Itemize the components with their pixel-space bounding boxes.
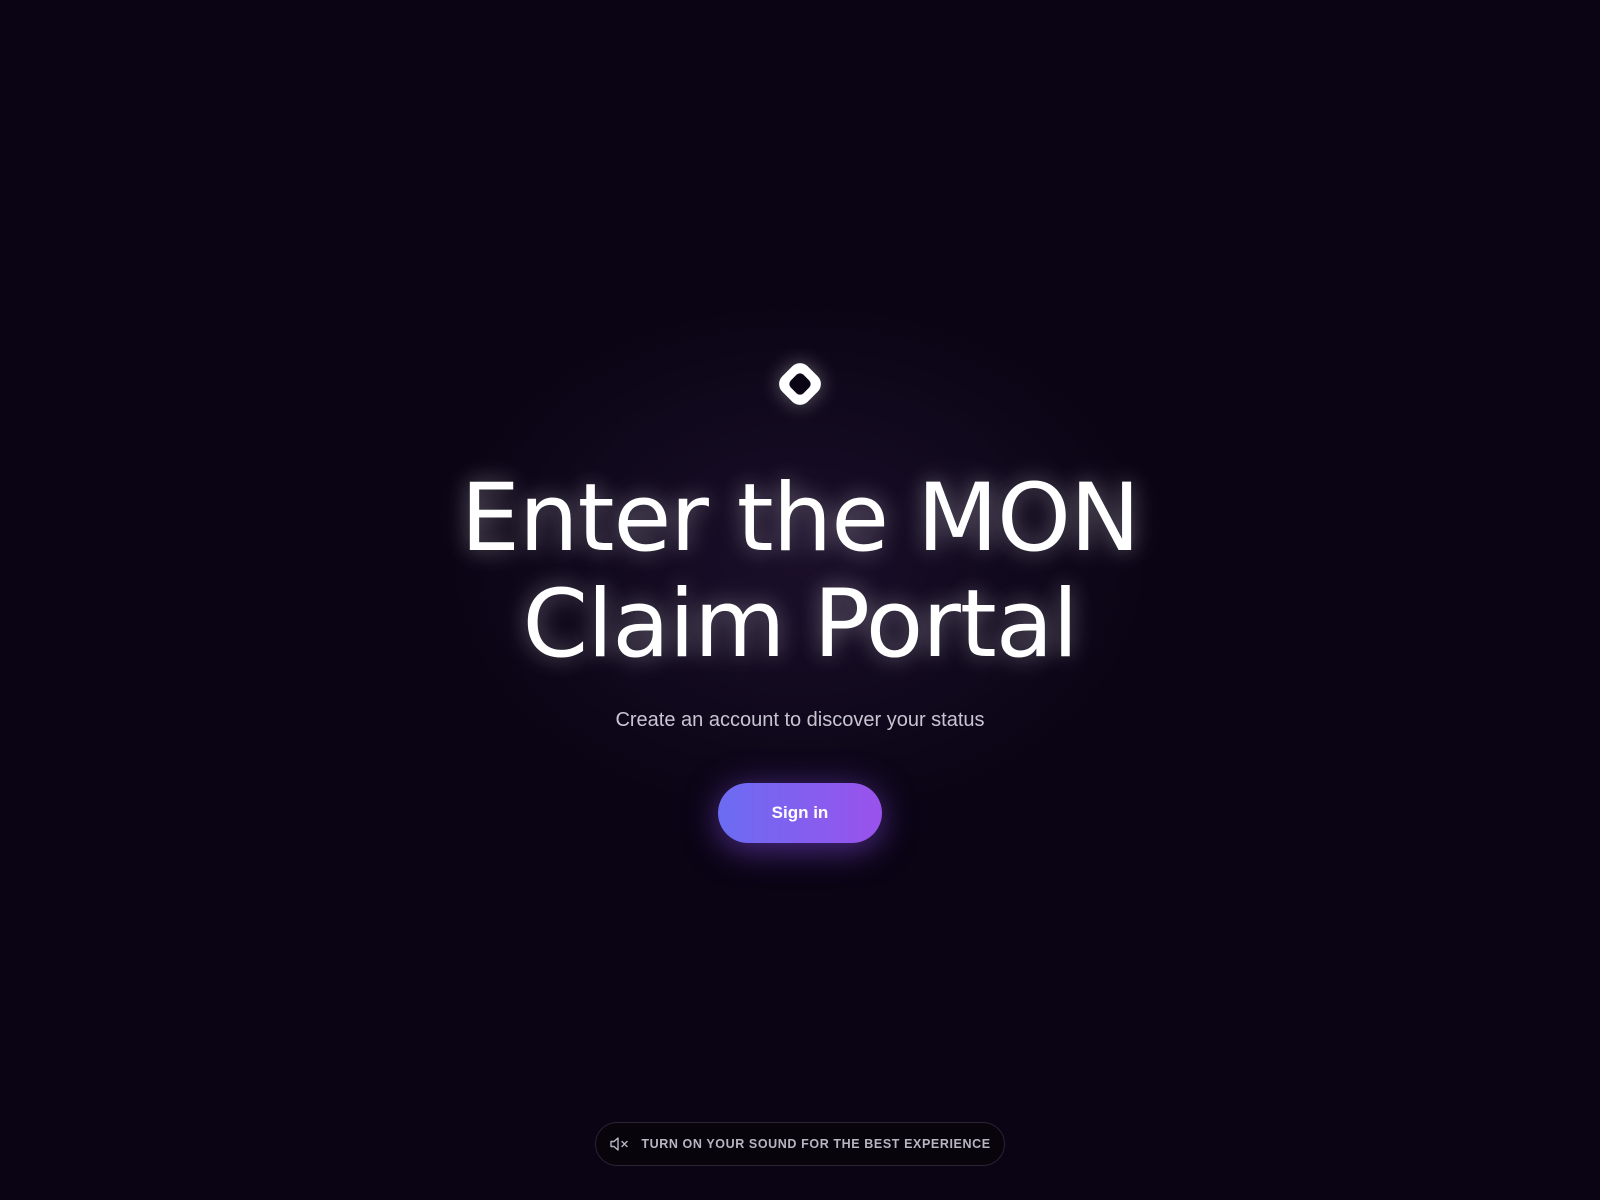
page-title: Enter the MON Claim Portal [300,466,1300,678]
monad-logo-icon [770,354,830,414]
sound-banner-label: TURN ON YOUR SOUND FOR THE BEST EXPERIEN… [641,1137,991,1151]
sound-toggle-banner[interactable]: TURN ON YOUR SOUND FOR THE BEST EXPERIEN… [595,1122,1005,1166]
page-title-line-2: Claim Portal [522,570,1079,679]
speaker-muted-icon [609,1136,631,1152]
sign-in-button[interactable]: Sign in [718,783,882,843]
page-title-line-1: Enter the MON [460,464,1141,573]
page-subtitle: Create an account to discover your statu… [615,709,985,731]
